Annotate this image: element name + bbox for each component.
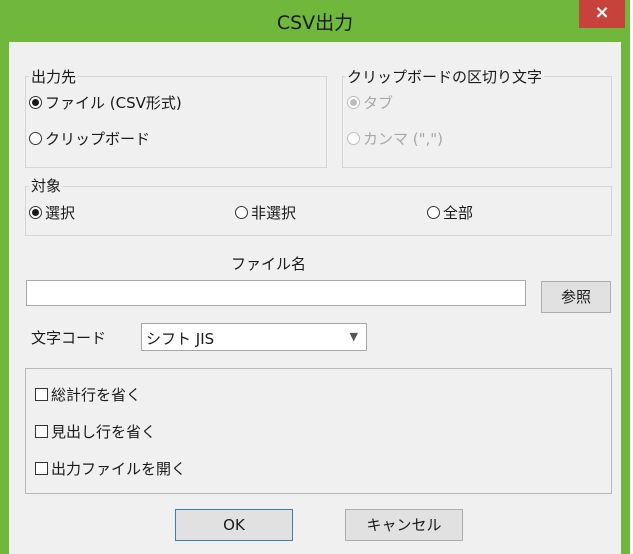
cancel-label: キャンセル xyxy=(366,516,442,534)
radio-target-all[interactable]: 全部 xyxy=(427,202,473,223)
browse-label: 参照 xyxy=(560,288,591,306)
cancel-button[interactable]: キャンセル xyxy=(345,509,463,541)
target-group xyxy=(25,186,612,236)
radio-button[interactable] xyxy=(29,132,42,145)
filename-input[interactable] xyxy=(26,280,526,306)
title-bar[interactable]: CSV出力 × xyxy=(0,0,630,42)
radio-label: カンマ (",") xyxy=(363,130,444,148)
encoding-select[interactable]: シフト JIS ▼ xyxy=(141,323,367,351)
chevron-down-icon: ▼ xyxy=(349,330,358,343)
encoding-label: 文字コード xyxy=(31,329,107,347)
radio-button[interactable] xyxy=(235,206,248,219)
output-dest-legend: 出力先 xyxy=(29,66,79,87)
radio-sep-comma[interactable]: カンマ (",") xyxy=(347,128,443,149)
clipboard-sep-legend: クリップボードの区切り文字 xyxy=(345,66,545,87)
encoding-selected: シフト JIS xyxy=(146,330,215,348)
radio-label: ファイル (CSV形式) xyxy=(45,94,182,112)
radio-output-file[interactable]: ファイル (CSV形式) xyxy=(29,92,182,113)
radio-label: 全部 xyxy=(443,204,474,222)
radio-target-unselected[interactable]: 非選択 xyxy=(235,202,296,223)
ok-button[interactable]: OK xyxy=(175,509,293,541)
dialog-body: 出力先 ファイル (CSV形式) クリップボード クリップボードの区切り文字 タ… xyxy=(9,42,621,554)
radio-button[interactable] xyxy=(347,96,360,109)
radio-button[interactable] xyxy=(29,206,42,219)
radio-target-selected[interactable]: 選択 xyxy=(29,202,75,223)
radio-label: 非選択 xyxy=(251,204,297,222)
radio-button[interactable] xyxy=(347,132,360,145)
window-title: CSV出力 xyxy=(276,12,354,34)
ok-label: OK xyxy=(223,516,245,534)
csv-output-dialog: CSV出力 × 出力先 ファイル (CSV形式) クリップボード クリップボード… xyxy=(0,0,630,554)
checkbox[interactable] xyxy=(35,388,48,401)
close-button[interactable]: × xyxy=(579,0,625,28)
checkbox[interactable] xyxy=(35,462,48,475)
checkbox[interactable] xyxy=(35,425,48,438)
browse-button[interactable]: 参照 xyxy=(541,281,611,313)
target-legend: 対象 xyxy=(29,175,64,196)
filename-label: ファイル名 xyxy=(231,255,307,273)
clipboard-sep-group xyxy=(342,76,612,168)
radio-label: クリップボード xyxy=(45,130,151,148)
checkbox-label: 出力ファイルを開く xyxy=(51,460,187,478)
checkbox-omit-total[interactable]: 総計行を省く xyxy=(35,384,141,405)
radio-button[interactable] xyxy=(427,206,440,219)
radio-output-clipboard[interactable]: クリップボード xyxy=(29,128,150,149)
checkbox-omit-header[interactable]: 見出し行を省く xyxy=(35,421,156,442)
radio-button[interactable] xyxy=(29,96,42,109)
output-dest-group xyxy=(25,76,327,168)
close-icon: × xyxy=(594,2,610,23)
checkbox-label: 総計行を省く xyxy=(51,386,142,404)
checkbox-open-file[interactable]: 出力ファイルを開く xyxy=(35,458,186,479)
radio-label: 選択 xyxy=(45,204,76,222)
checkbox-label: 見出し行を省く xyxy=(51,423,157,441)
radio-sep-tab[interactable]: タブ xyxy=(347,92,393,113)
radio-label: タブ xyxy=(363,94,394,112)
